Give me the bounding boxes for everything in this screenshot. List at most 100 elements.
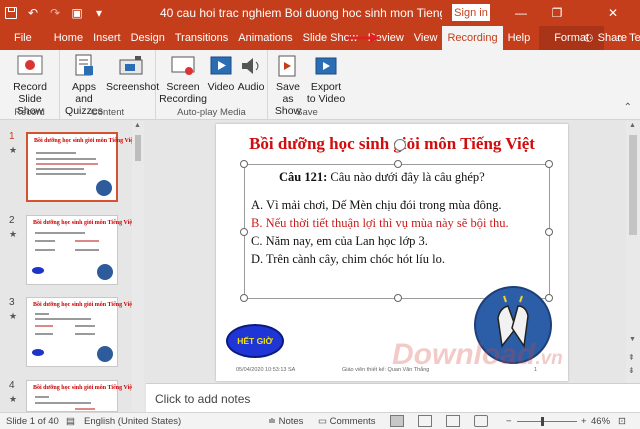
start-slideshow-icon[interactable]: ▣	[66, 0, 88, 26]
notes-toggle[interactable]: ≐ Notes	[268, 416, 303, 427]
slide-thumbnail-4[interactable]: Bồi dưỡng học sinh giỏi môn Tiếng Việt	[26, 380, 134, 412]
screenshot-button[interactable]: Screenshot	[106, 54, 159, 93]
slideshow-view-button[interactable]	[474, 415, 488, 427]
audio-button[interactable]: Audio	[236, 54, 266, 93]
notes-placeholder[interactable]: Click to add notes	[155, 392, 250, 406]
export-video-icon	[312, 54, 340, 78]
quick-access-toolbar: ↶ ↷ ▣ ▾	[0, 0, 110, 26]
slide-sorter-button[interactable]	[418, 415, 432, 427]
tab-recording[interactable]: Recording	[442, 26, 503, 50]
close-button[interactable]: ✕	[596, 0, 630, 26]
share-button[interactable]: ⚇ Share	[579, 26, 632, 50]
previous-slide-icon[interactable]: ⇞	[628, 353, 635, 362]
option-b: B. Nếu thời tiết thuận lợi thì vụ mùa nà…	[251, 216, 509, 230]
normal-view-button[interactable]	[390, 415, 404, 427]
group-label-save: Save	[296, 107, 318, 118]
resize-handle[interactable]	[240, 228, 248, 236]
video-button[interactable]: Video	[206, 54, 236, 93]
zoom-level[interactable]: 46%	[591, 416, 610, 427]
slide-thumbnail-2[interactable]: Bồi dưỡng học sinh giỏi môn Tiếng Việt	[26, 215, 134, 285]
resize-handle[interactable]	[394, 294, 402, 302]
scroll-thumb[interactable]	[629, 135, 637, 235]
question-textbox[interactable]: Câu 121: Câu nào dưới đây là câu ghép? A…	[240, 139, 553, 302]
share-label: Share	[597, 32, 627, 44]
group-label-record: Record	[14, 107, 45, 118]
clapping-hands-icon	[97, 346, 113, 362]
tab-home[interactable]: Home	[49, 26, 88, 50]
zoom-out-icon[interactable]: −	[506, 416, 512, 427]
apps-label-1: Apps and	[72, 81, 96, 105]
spellcheck-icon[interactable]: ▤	[66, 416, 75, 427]
save-show-icon	[274, 54, 302, 78]
rotate-handle-icon[interactable]	[394, 139, 406, 151]
screen-recording-label-1: Screen	[166, 81, 200, 93]
resize-handle[interactable]	[240, 160, 248, 168]
group-save: Save as Show Export to Video Save	[268, 50, 346, 120]
restore-button[interactable]: ❐	[540, 0, 574, 26]
comments-label: Comments	[329, 416, 376, 427]
title-bar: ↶ ↷ ▣ ▾ 40 cau hoi trac nghiem Boi duong…	[0, 0, 640, 26]
question-label: Câu 121:	[279, 170, 328, 184]
status-bar: Slide 1 of 40 ▤ English (United States) …	[0, 412, 640, 429]
reading-view-button[interactable]	[446, 415, 460, 427]
redo-icon[interactable]: ↷	[44, 0, 66, 26]
customize-qat-icon[interactable]: ▾	[88, 0, 110, 26]
slide-thumbnail-3[interactable]: Bồi dưỡng học sinh giỏi môn Tiếng Việt	[26, 297, 134, 367]
comments-toggle[interactable]: ▭ Comments	[318, 416, 376, 427]
language-indicator[interactable]: English (United States)	[84, 416, 181, 427]
minimize-button[interactable]: —	[504, 0, 538, 26]
slide-thumbnail-1[interactable]: Bồi dưỡng học sinh giỏi môn Tiếng Việt	[26, 132, 135, 202]
timer-oval-button[interactable]: HẾT GIỜ	[226, 324, 284, 358]
scroll-down-icon[interactable]: ▼	[629, 336, 636, 343]
slide-thumbnails-pane: 1 ★ Bồi dưỡng học sinh giỏi môn Tiếng Vi…	[0, 121, 146, 412]
scroll-up-icon[interactable]: ▲	[134, 122, 141, 129]
sign-in-button[interactable]: Sign in	[452, 4, 490, 21]
tab-help[interactable]: Help	[503, 26, 536, 50]
slide-title[interactable]: Bồi dưỡng học sinh giỏi môn Tiếng Việt	[216, 134, 568, 154]
zoom-slider-knob[interactable]	[541, 417, 544, 426]
save-icon[interactable]	[0, 0, 22, 26]
collapse-ribbon-icon[interactable]: ⌃	[624, 102, 632, 113]
export-to-video-button[interactable]: Export to Video	[306, 54, 346, 105]
fit-to-window-icon[interactable]: ⊡	[618, 416, 626, 427]
undo-icon[interactable]: ↶	[22, 0, 44, 26]
next-slide-icon[interactable]: ⇟	[628, 366, 635, 375]
slide-number: 3	[9, 297, 15, 308]
thumbnail-line	[35, 318, 91, 320]
comment-icon: ▭	[318, 416, 327, 427]
resize-handle[interactable]	[545, 228, 553, 236]
option-c: C. Năm nay, em của Lan học lớp 3.	[251, 234, 428, 248]
thumbnail-line	[75, 325, 95, 327]
tab-animations[interactable]: Animations	[233, 26, 297, 50]
scroll-up-icon[interactable]: ▲	[629, 122, 636, 129]
resize-handle[interactable]	[545, 160, 553, 168]
slide-canvas[interactable]: Bồi dưỡng học sinh giỏi môn Tiếng Việt C…	[216, 124, 568, 381]
thumbnail-line	[75, 408, 95, 410]
tab-transitions[interactable]: Transitions	[170, 26, 233, 50]
tab-insert[interactable]: Insert	[88, 26, 126, 50]
tab-view[interactable]: View	[409, 26, 443, 50]
slide-counter: Slide 1 of 40	[6, 416, 59, 427]
group-label-autoplay: Auto-play Media	[177, 107, 246, 118]
person-icon: ⚇	[583, 32, 594, 45]
notes-icon: ≐	[268, 416, 276, 427]
scroll-thumb[interactable]	[135, 135, 141, 161]
zoom-slider[interactable]	[517, 421, 577, 422]
notes-pane[interactable]: Click to add notes	[146, 383, 640, 412]
ribbon-tabs: File Home Insert Design Transitions Anim…	[0, 26, 640, 50]
tab-file[interactable]: File	[9, 26, 37, 50]
footer-date: 05/04/2020 10:53:13 SA	[236, 367, 296, 373]
slide-scrollbar[interactable]: ▲ ▼ ⇞ ⇟	[626, 121, 640, 383]
record-icon	[16, 54, 44, 78]
resize-handle[interactable]	[394, 160, 402, 168]
video-label: Video	[207, 81, 235, 93]
thumbnails-scrollbar[interactable]: ▲	[132, 121, 144, 412]
animation-star-icon: ★	[9, 311, 18, 321]
thumbnail-title: Bồi dưỡng học sinh giỏi môn Tiếng Việt	[33, 302, 134, 308]
thumbnail-line	[36, 173, 86, 175]
option-d: D. Trên cành cây, chim chóc hót líu lo.	[251, 252, 445, 266]
resize-handle[interactable]	[240, 294, 248, 302]
screen-recording-button[interactable]: Screen Recording	[158, 54, 208, 105]
zoom-in-icon[interactable]: +	[581, 416, 587, 427]
tab-design[interactable]: Design	[126, 26, 170, 50]
